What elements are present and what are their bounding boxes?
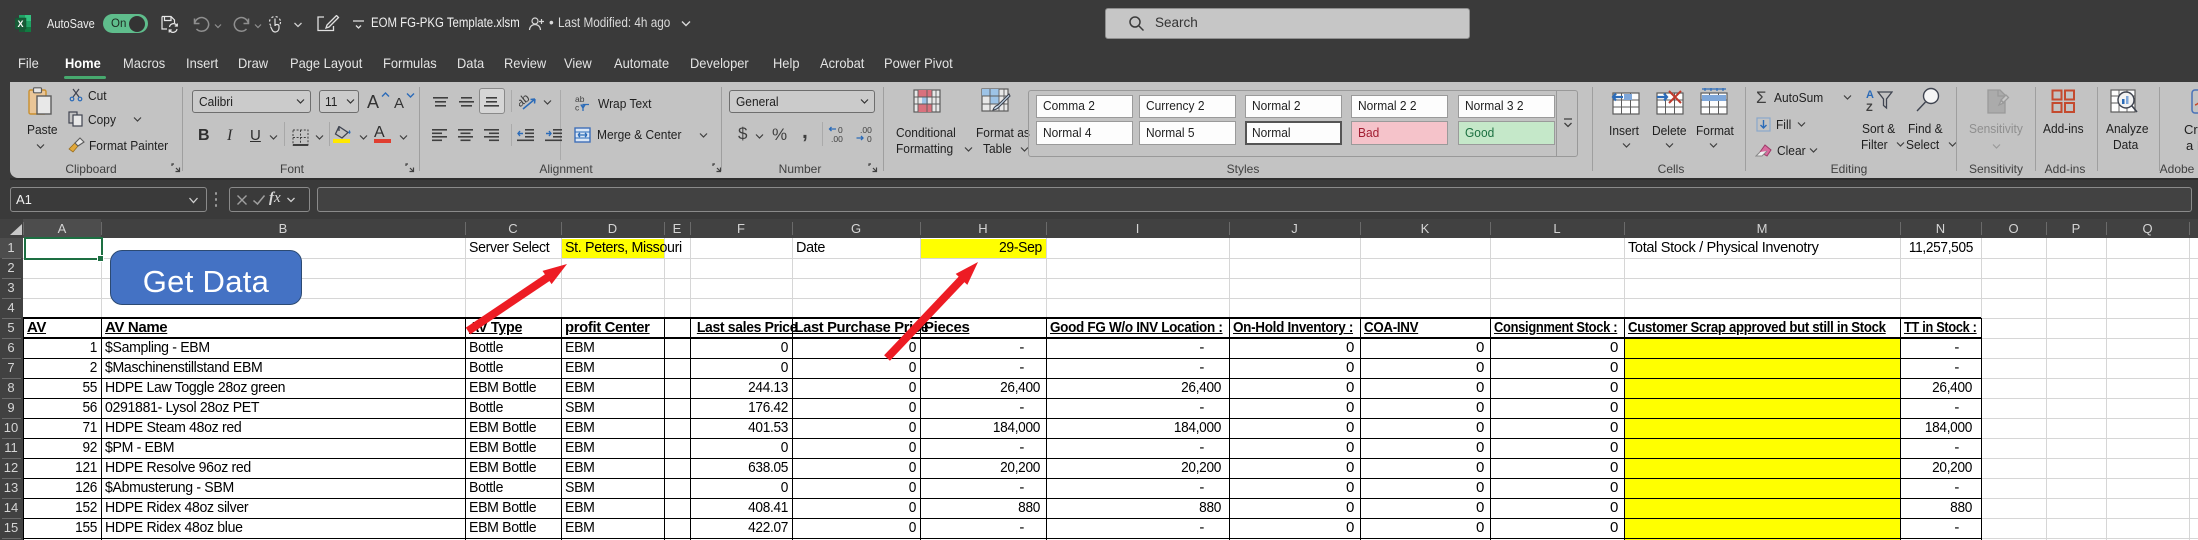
svg-text:X: X — [17, 19, 23, 29]
svg-text:0: 0 — [867, 134, 872, 143]
svg-text:.00: .00 — [831, 134, 843, 143]
svg-text:Z: Z — [1866, 102, 1873, 113]
svg-text:A: A — [1866, 89, 1874, 101]
